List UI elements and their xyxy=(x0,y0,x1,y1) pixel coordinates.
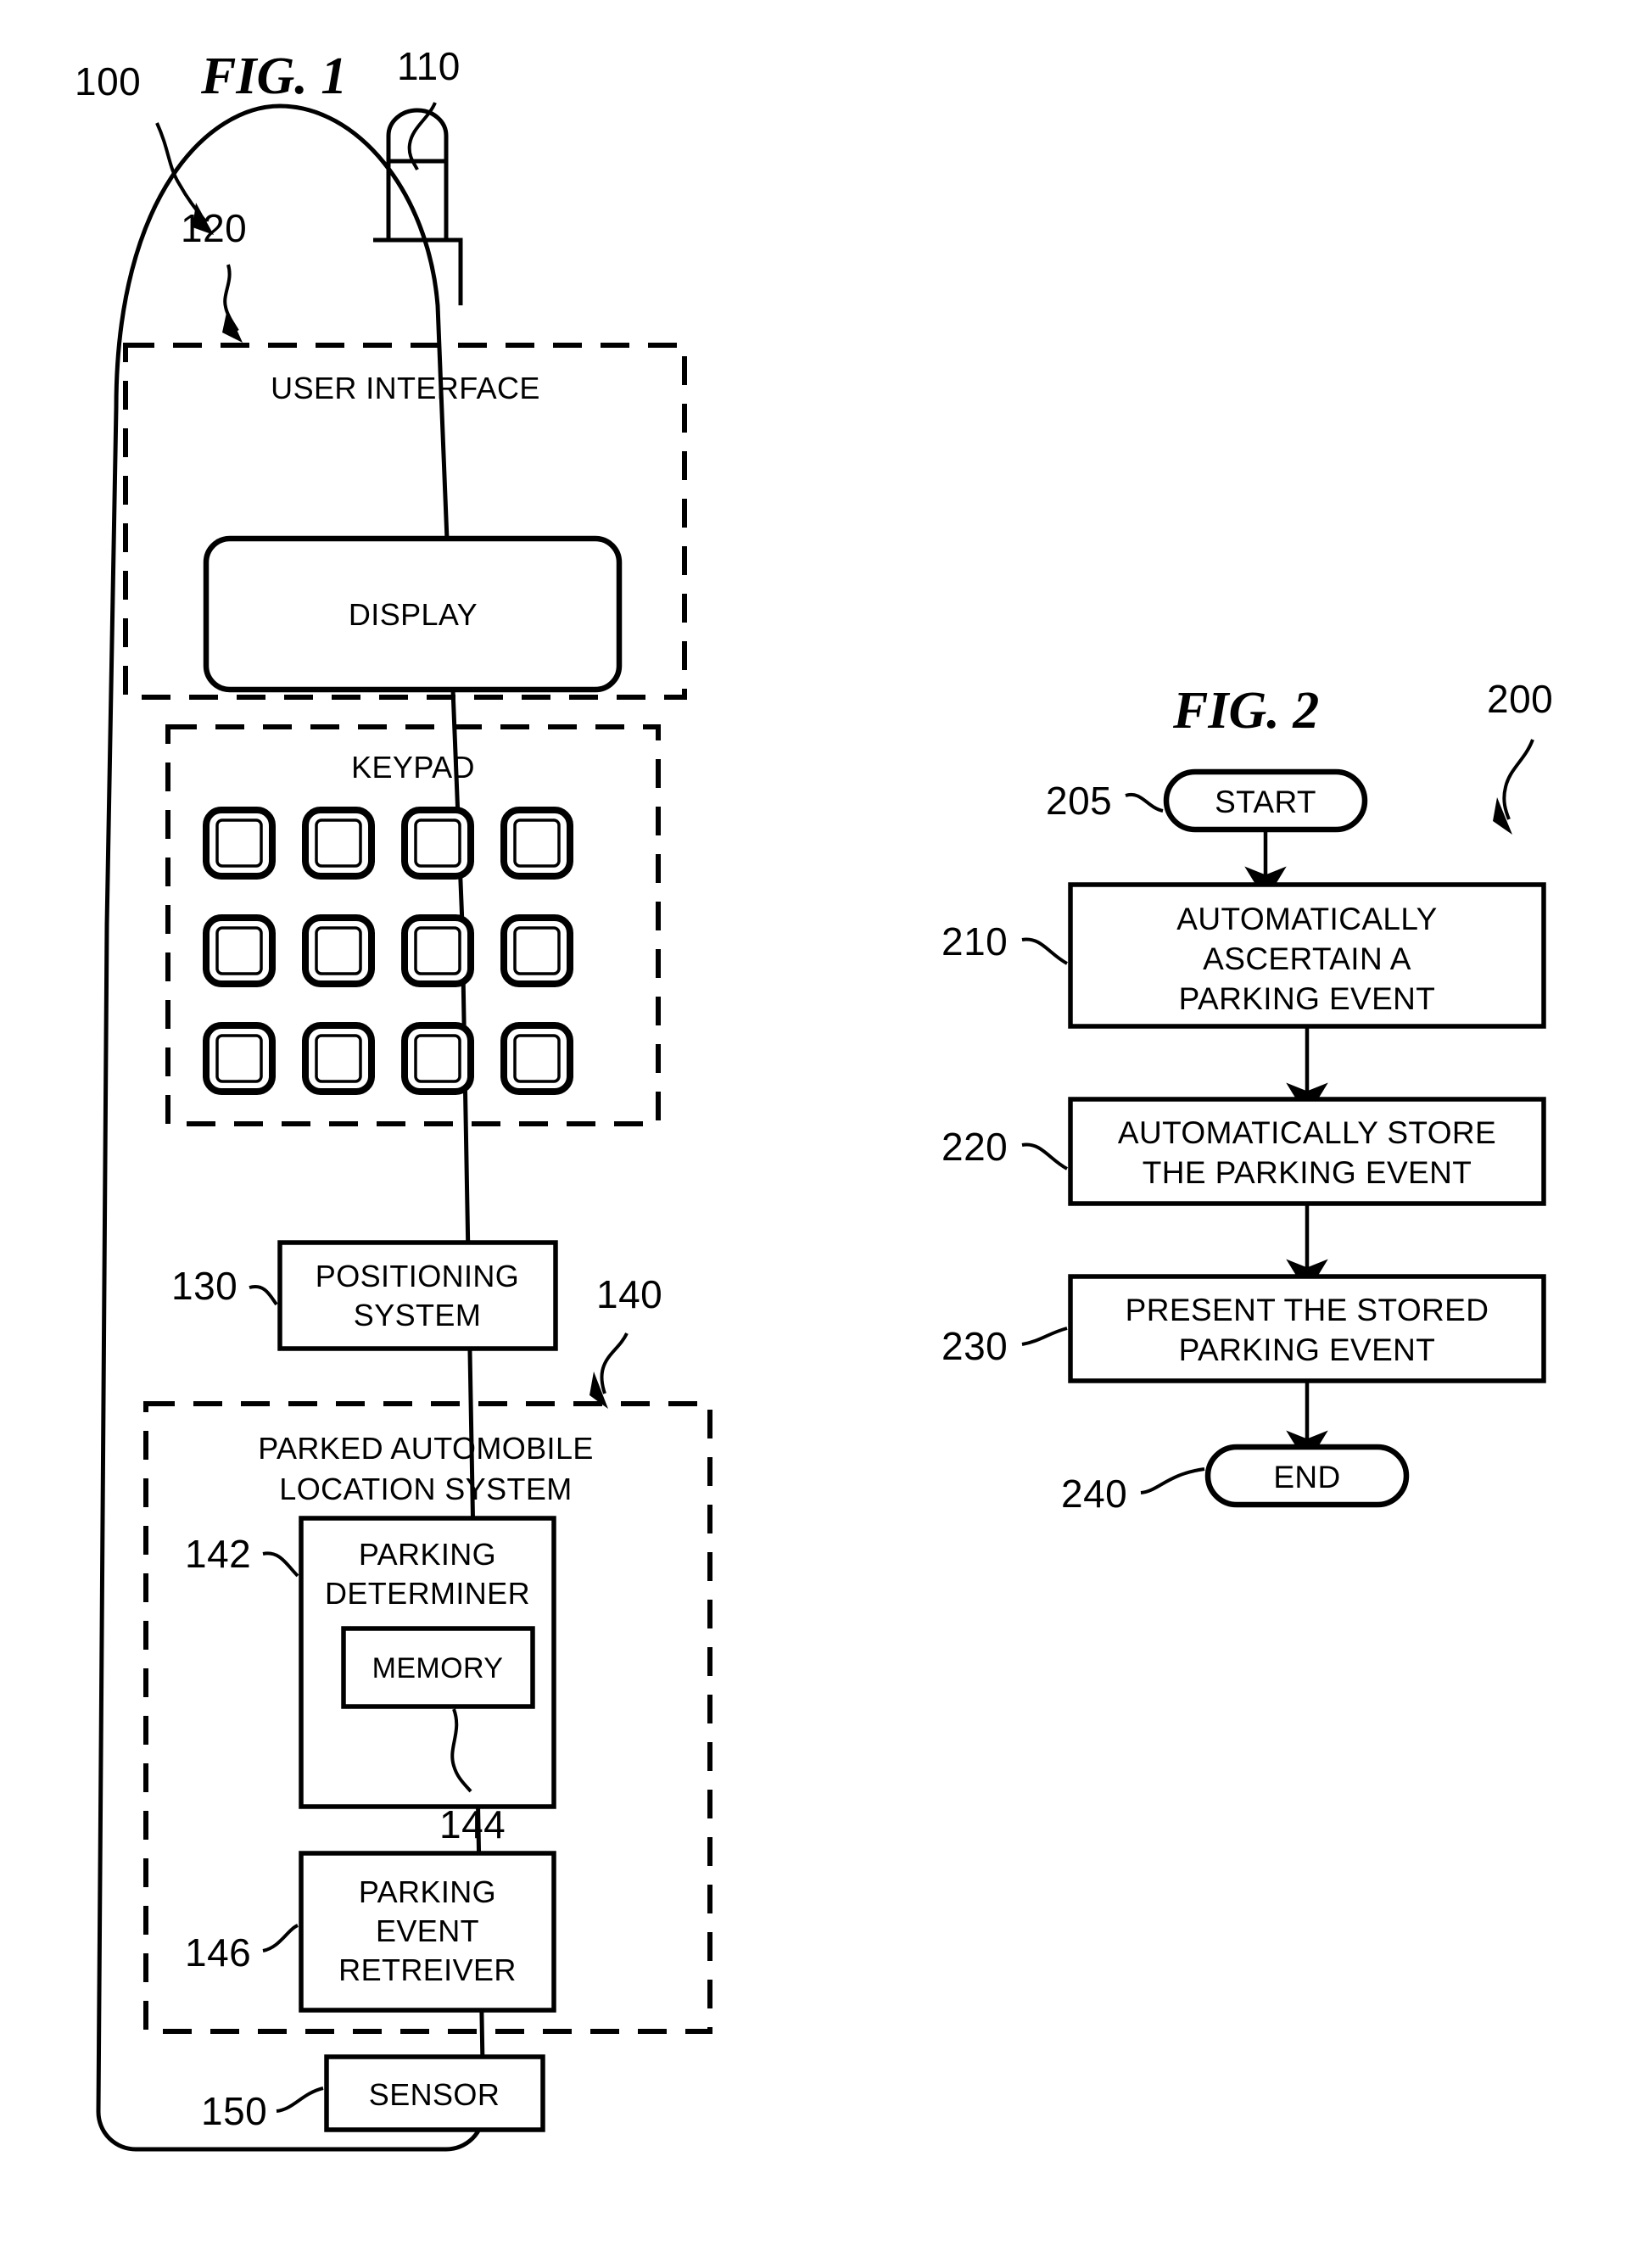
ref-200-label: 200 xyxy=(1487,677,1553,721)
flow-node-220-line2: THE PARKING EVENT xyxy=(1143,1155,1472,1190)
keypad-key[interactable] xyxy=(302,914,375,987)
ref-220-label: 220 xyxy=(942,1125,1008,1169)
ref-240-label: 240 xyxy=(1061,1472,1127,1516)
parking-event-retreiver-label-line3: RETREIVER xyxy=(338,1952,517,1987)
keypad-key[interactable] xyxy=(401,1022,474,1095)
figure-canvas: FIG. 1 100 110 120 USER INTERFACE DISPLA… xyxy=(0,0,1626,2264)
ref-210-label: 210 xyxy=(942,919,1008,964)
ref-120-label: 120 xyxy=(181,206,247,250)
keypad-key[interactable] xyxy=(203,807,276,880)
keypad-key[interactable] xyxy=(401,914,474,987)
positioning-system-label-line1: POSITIONING xyxy=(316,1259,519,1293)
keypad-key[interactable] xyxy=(500,1022,573,1095)
keypad-label: KEYPAD xyxy=(351,750,475,785)
palsys-label-line2: LOCATION SYSTEM xyxy=(279,1472,572,1506)
parking-determiner-label-line2: DETERMINER xyxy=(325,1576,530,1611)
flow-node-start-label: START xyxy=(1215,785,1316,819)
flow-node-end-label: END xyxy=(1273,1460,1340,1494)
flow-node-230-line2: PARKING EVENT xyxy=(1179,1332,1436,1367)
parking-event-retreiver-label-line1: PARKING xyxy=(359,1874,496,1909)
keypad-key[interactable] xyxy=(203,1022,276,1095)
keypad-key[interactable] xyxy=(302,807,375,880)
memory-label: MEMORY xyxy=(372,1652,504,1684)
keypad-key[interactable] xyxy=(302,1022,375,1095)
palsys-label-line1: PARKED AUTOMOBILE xyxy=(258,1431,594,1466)
flow-node-start: START 205 xyxy=(1046,768,1368,833)
fig1-title: FIG. 1 xyxy=(200,47,347,105)
keypad-key[interactable] xyxy=(401,807,474,880)
display-block: DISPLAY xyxy=(203,535,623,693)
flow-node-210-line3: PARKING EVENT xyxy=(1179,981,1436,1016)
ref-150-label: 150 xyxy=(201,2089,267,2133)
parking-event-retreiver-label-line2: EVENT xyxy=(376,1913,479,1948)
parking-determiner-label-line1: PARKING xyxy=(359,1537,496,1572)
ref-142-label: 142 xyxy=(185,1532,251,1576)
ref-146-label: 146 xyxy=(185,1930,251,1975)
ref-144-label: 144 xyxy=(439,1802,506,1846)
flow-node-210-line2: ASCERTAIN A xyxy=(1203,941,1411,976)
keypad-key[interactable] xyxy=(500,807,573,880)
flow-node-210-line1: AUTOMATICALLY xyxy=(1176,902,1437,936)
keypad-key[interactable] xyxy=(203,914,276,987)
keypad-key[interactable] xyxy=(500,914,573,987)
ref-230-label: 230 xyxy=(942,1324,1008,1368)
flow-node-220-line1: AUTOMATICALLY STORE xyxy=(1118,1115,1496,1150)
positioning-system-label-line2: SYSTEM xyxy=(354,1298,481,1332)
sensor-label: SENSOR xyxy=(369,2077,500,2112)
flow-node-230-line1: PRESENT THE STORED xyxy=(1126,1293,1489,1327)
display-label: DISPLAY xyxy=(349,597,478,632)
ref-110-label: 110 xyxy=(397,44,461,88)
fig2-title: FIG. 2 xyxy=(1172,682,1319,740)
ref-130-label: 130 xyxy=(171,1264,237,1308)
ref-100-label: 100 xyxy=(75,59,141,103)
user-interface-label: USER INTERFACE xyxy=(271,371,540,405)
patent-figure-sheet: FIG. 1 100 110 120 USER INTERFACE DISPLA… xyxy=(0,0,1626,2264)
ref-205-label: 205 xyxy=(1046,779,1112,823)
ref-140-label: 140 xyxy=(596,1272,662,1316)
